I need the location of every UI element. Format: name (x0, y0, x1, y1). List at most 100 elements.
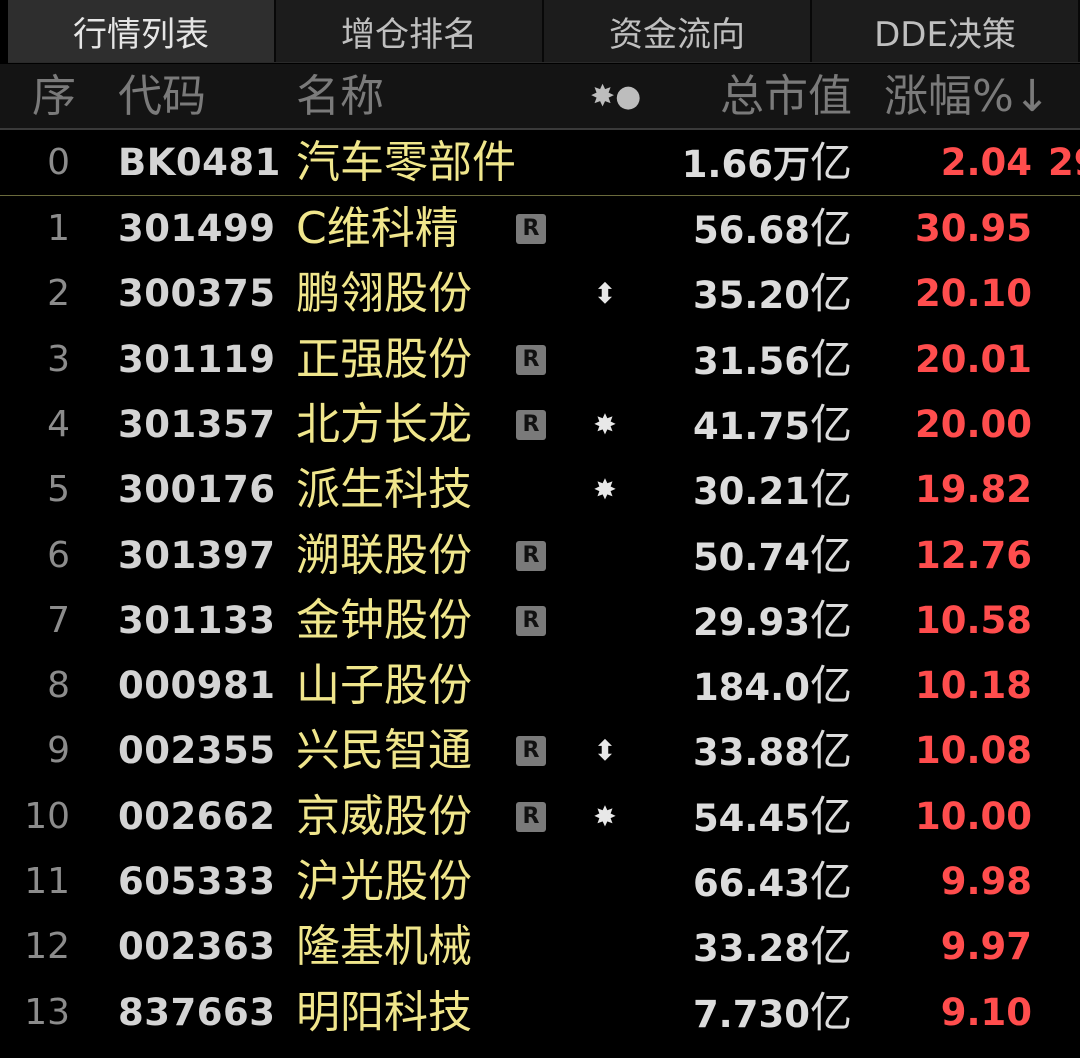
cap-number: 50.74 (692, 535, 810, 579)
row-change: 9.97 (940, 925, 1032, 969)
header-market-cap[interactable]: 总市值 (720, 64, 852, 130)
tab-market-list[interactable]: 行情列表 (8, 0, 276, 62)
row-seq: 9 (47, 730, 70, 772)
cap-unit: 亿 (809, 791, 852, 841)
table-row[interactable]: 13 837663 明阳科技 7.730亿 9.10 (0, 980, 1080, 1045)
row-market-cap: 30.21亿 (693, 457, 852, 522)
cap-number: 54.45 (692, 796, 810, 840)
r-badge-icon: R (516, 605, 546, 636)
up-down-arrow-icon: ⬍ (593, 277, 617, 311)
row-name: 兴民智通 (296, 725, 472, 777)
row-change: 2.04 (940, 141, 1032, 184)
row-code: 301499 (118, 207, 276, 250)
row-name: 明阳科技 (296, 986, 472, 1038)
table-row[interactable]: 4 301357 北方长龙 R ✸ 41.75亿 20.00 (0, 392, 1080, 457)
row-code: 301133 (118, 598, 276, 642)
cap-number: 66.43 (692, 862, 810, 905)
cap-unit: 亿 (809, 465, 852, 515)
tab-dde[interactable]: DDE决策 (812, 0, 1080, 62)
table-row[interactable]: 3 301119 正强股份 R 31.56亿 20.01 (0, 327, 1080, 392)
cap-number: 35.20 (692, 274, 810, 318)
header-change-sort[interactable]: 涨幅%↓ (884, 64, 1051, 130)
row-code: BK0481 (118, 141, 281, 184)
row-name: 派生科技 (296, 464, 472, 516)
table-row[interactable]: 10 002662 京威股份 R ✸ 54.45亿 10.00 (0, 784, 1080, 849)
row-market-cap: 54.45亿 (693, 784, 852, 849)
row-change: 10.18 (914, 664, 1032, 708)
table-row[interactable]: 1 301499 C维科精 R 56.68亿 30.95 (0, 196, 1080, 261)
r-badge-icon: R (516, 801, 546, 832)
row-name: 北方长龙 (296, 398, 472, 450)
row-code: 605333 (118, 860, 276, 903)
row-seq: 4 (47, 403, 70, 445)
row-seq: 6 (47, 534, 70, 576)
row-name: 正强股份 (296, 333, 472, 385)
table-row[interactable]: 7 301133 金钟股份 R 29.93亿 10.58 (0, 588, 1080, 653)
tab-position-ranking[interactable]: 增仓排名 (276, 0, 544, 62)
table-row[interactable]: 5 300176 派生科技 ✸ 30.21亿 19.82 (0, 457, 1080, 522)
r-badge-icon: R (516, 214, 546, 244)
row-code: 301357 (118, 402, 276, 446)
table-row[interactable]: 12 002363 隆基机械 33.28亿 9.97 (0, 914, 1080, 979)
table-row[interactable]: 6 301397 溯联股份 R 50.74亿 12.76 (0, 523, 1080, 588)
table-row[interactable]: 2 300375 鹏翎股份 ⬍ 35.20亿 20.10 (0, 261, 1080, 326)
row-code: 837663 (118, 990, 276, 1034)
row-name: 汽车零部件 (296, 137, 516, 188)
up-down-arrow-icon: ⬍ (593, 734, 617, 768)
row-name: 京威股份 (296, 790, 472, 842)
row-code: 300375 (118, 272, 276, 316)
row-seq: 13 (24, 991, 70, 1033)
row-name: 金钟股份 (296, 594, 472, 646)
cap-unit: 亿 (809, 399, 852, 449)
cap-unit: 亿 (809, 269, 852, 319)
sparkle-icon: ✸ (593, 407, 617, 441)
row-seq: 8 (47, 665, 70, 707)
row-code: 000981 (118, 664, 276, 708)
row-market-cap: 184.0亿 (693, 653, 852, 718)
row-name: C维科精 (296, 203, 459, 254)
table-row[interactable]: 11 605333 沪光股份 66.43亿 9.98 (0, 849, 1080, 914)
header-code[interactable]: 代码 (118, 64, 206, 130)
cap-unit: 亿 (809, 530, 852, 580)
row-change: 20.10 (914, 272, 1032, 316)
row-code: 002662 (118, 794, 276, 838)
cap-number: 7.730 (692, 992, 810, 1036)
table-row[interactable]: 8 000981 山子股份 184.0亿 10.18 (0, 653, 1080, 718)
row-market-cap: 50.74亿 (693, 523, 852, 588)
row-seq: 0 (47, 142, 70, 183)
row-market-cap: 33.88亿 (693, 718, 852, 783)
row-code: 301119 (118, 337, 276, 381)
row-change: 20.01 (914, 337, 1032, 381)
row-market-cap: 66.43亿 (693, 849, 852, 914)
sector-row[interactable]: 0 BK0481 汽车零部件 1.66万亿 2.04 29 (0, 130, 1080, 196)
row-code: 002363 (118, 925, 276, 969)
row-market-cap: 1.66万亿 (682, 130, 852, 195)
row-seq: 5 (47, 469, 70, 511)
row-change: 12.76 (914, 533, 1032, 577)
header-seq[interactable]: 序 (32, 64, 76, 130)
row-code: 002355 (118, 729, 276, 773)
sparkle-icon: ✸ (593, 799, 617, 833)
cap-number: 41.75 (692, 404, 810, 448)
row-code: 300176 (118, 468, 276, 512)
tab-fund-flow[interactable]: 资金流向 (544, 0, 812, 62)
cap-unit: 亿 (809, 922, 852, 972)
header-name[interactable]: 名称 (296, 64, 384, 130)
row-market-cap: 33.28亿 (693, 914, 852, 979)
header-marker-icons[interactable]: ✸● (590, 64, 641, 130)
cap-unit: 亿 (809, 661, 852, 711)
row-change: 19.82 (914, 468, 1032, 512)
row-change: 9.98 (940, 860, 1032, 903)
row-market-cap: 35.20亿 (693, 261, 852, 326)
row-name: 山子股份 (296, 660, 472, 712)
cap-number: 33.88 (692, 731, 810, 775)
row-extra-truncated: 29 (1048, 141, 1080, 184)
table-row[interactable]: 9 002355 兴民智通 R ⬍ 33.88亿 10.08 (0, 718, 1080, 783)
cap-unit: 亿 (809, 204, 852, 253)
row-seq: 10 (24, 795, 70, 837)
sparkle-icon: ✸ (593, 473, 617, 507)
cap-unit: 亿 (809, 334, 852, 384)
r-badge-icon: R (516, 540, 546, 571)
row-market-cap: 29.93亿 (693, 588, 852, 653)
cap-number: 56.68 (692, 209, 810, 252)
